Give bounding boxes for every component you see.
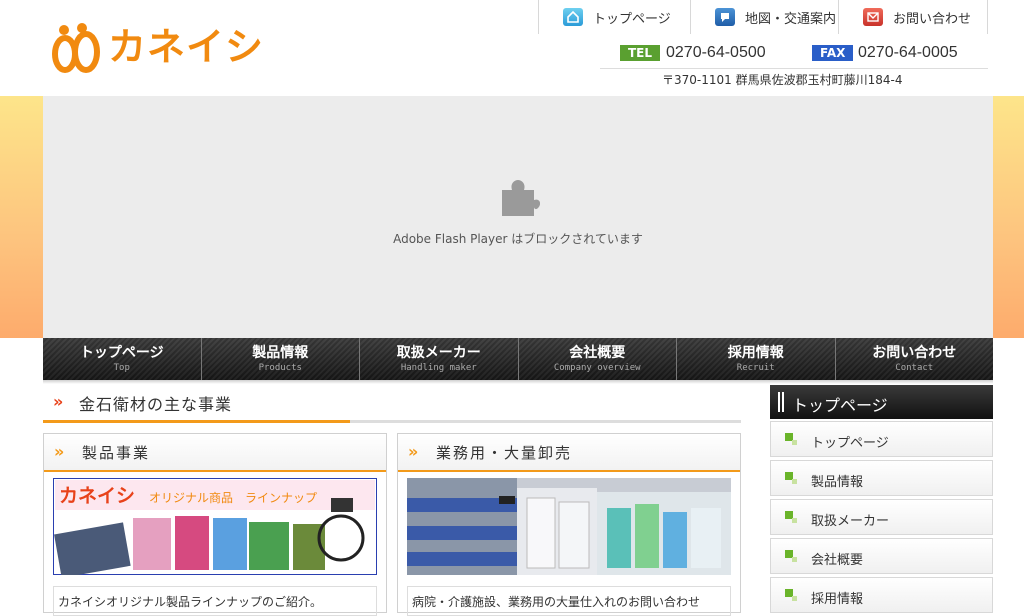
double-bar-icon (778, 392, 784, 412)
main-nav-sublabel: Contact (895, 363, 934, 373)
sidebar-item-company[interactable]: 会社概要 (770, 538, 993, 574)
sidebar-item-label: トップページ (811, 436, 889, 451)
main-nav-sublabel: Handling maker (400, 363, 477, 373)
bullet-square-icon (785, 433, 797, 445)
main-nav-sublabel: Top (113, 363, 130, 373)
site-logo[interactable]: カネイシ (52, 18, 282, 78)
main-nav-sublabel: Recruit (736, 363, 775, 373)
section-title: 金石衛材の主な事業 (79, 395, 233, 414)
sidebar-item-label: 採用情報 (811, 592, 864, 607)
main-nav-top[interactable]: トップページ Top (43, 338, 202, 380)
sidebar-item-label: 会社概要 (811, 553, 864, 568)
sidebar-title: トップページ (792, 396, 888, 415)
utility-nav-label: 地図・交通案内 (745, 11, 837, 27)
tel-number: 0270-64-0500 (666, 44, 766, 61)
map-icon (715, 8, 735, 26)
sidebar-item-makers[interactable]: 取扱メーカー (770, 499, 993, 535)
main-nav-label: 製品情報 (252, 345, 309, 361)
fax-tag: FAX (812, 45, 854, 61)
utility-nav-top[interactable]: トップページ (538, 0, 690, 34)
wholesale-photo[interactable] (407, 478, 731, 575)
left-gradient-band (0, 96, 44, 338)
sidebar-menu: トップページ 製品情報 取扱メーカー 会社概要 採用情報 (770, 421, 993, 616)
fax-number: 0270-64-0005 (858, 44, 958, 61)
double-chevron-icon: » (53, 392, 64, 411)
card-header: » 製品事業 (44, 434, 386, 472)
logo-text: カネイシ (108, 25, 265, 69)
flash-placeholder[interactable]: Adobe Flash Player はブロックされています (43, 96, 993, 338)
main-nav-contact[interactable]: お問い合わせ Contact (835, 338, 993, 380)
sidebar-item-recruit[interactable]: 採用情報 (770, 577, 993, 613)
card-title: 製品事業 (82, 444, 151, 462)
utility-nav-contact[interactable]: お問い合わせ (838, 0, 988, 34)
products-banner[interactable]: カネイシ オリジナル商品 ラインナップ (53, 478, 377, 575)
section-rule (43, 420, 741, 423)
contact-info: TEL 0270-64-0500 FAX 0270-64-0005 (620, 42, 988, 66)
utility-nav-label: お問い合わせ (893, 11, 972, 27)
main-nav-label: 採用情報 (727, 345, 784, 361)
main-nav-label: 取扱メーカー (396, 345, 481, 361)
card-description: カネイシオリジナル製品ラインナップのご紹介。 (53, 586, 377, 616)
sidebar-item-products[interactable]: 製品情報 (770, 460, 993, 496)
main-nav-label: お問い合わせ (872, 345, 957, 361)
address: 〒370-1101 群馬県佐波郡玉村町藤川184-4 (662, 73, 903, 87)
right-gradient-band (993, 96, 1024, 338)
mail-icon (863, 8, 883, 26)
plugin-icon (502, 180, 540, 216)
main-nav-sublabel: Products (258, 363, 302, 373)
contact-divider (600, 68, 988, 69)
tel-tag: TEL (620, 45, 661, 61)
main-nav-products[interactable]: 製品情報 Products (201, 338, 360, 380)
card-title: 業務用・大量卸売 (436, 444, 573, 462)
sidebar-item-label: 製品情報 (811, 475, 864, 490)
bullet-square-icon (785, 550, 797, 562)
utility-nav-map[interactable]: 地図・交通案内 (690, 0, 838, 34)
logo-mark-icon (52, 23, 100, 73)
sidebar-item-top[interactable]: トップページ (770, 421, 993, 457)
main-nav-recruit[interactable]: 採用情報 Recruit (677, 338, 836, 380)
section-header: » 金石衛材の主な事業 (43, 388, 741, 424)
double-chevron-icon: » (408, 442, 419, 461)
main-nav-company[interactable]: 会社概要 Company overview (518, 338, 677, 380)
double-chevron-icon: » (54, 442, 65, 461)
main-nav-makers[interactable]: 取扱メーカー Handling maker (360, 338, 519, 380)
bullet-square-icon (785, 472, 797, 484)
bullet-square-icon (785, 589, 797, 601)
card-description: 病院・介護施設、業務用の大量仕入れのお問い合わせ (407, 586, 731, 616)
sidebar-item-label: 取扱メーカー (811, 514, 890, 529)
flash-blocked-message: Adobe Flash Player はブロックされています (393, 232, 643, 246)
home-icon (563, 8, 583, 26)
main-nav: トップページ Top 製品情報 Products 取扱メーカー Handling… (43, 338, 993, 380)
main-nav-sublabel: Company overview (553, 363, 641, 373)
main-nav-label: トップページ (79, 345, 164, 361)
utility-nav: トップページ 地図・交通案内 お問い合わせ (538, 0, 988, 34)
card-header: » 業務用・大量卸売 (398, 434, 740, 472)
banner-tagline: オリジナル商品 ラインナップ (149, 490, 317, 505)
business-card-wholesale: » 業務用・大量卸売 病院・介護施設、業務用の大量仕入れのお問い合わせ (397, 433, 741, 616)
bullet-square-icon (785, 511, 797, 523)
main-nav-label: 会社概要 (569, 345, 626, 361)
sidebar-header: トップページ (770, 385, 993, 419)
nav-shadow (43, 380, 993, 384)
banner-brand: カネイシ (59, 485, 135, 507)
business-card-products: » 製品事業 カネイシ オリジナル商品 ラインナップ カネイシオリジナル製品ライ… (43, 433, 387, 616)
utility-nav-label: トップページ (593, 11, 671, 27)
